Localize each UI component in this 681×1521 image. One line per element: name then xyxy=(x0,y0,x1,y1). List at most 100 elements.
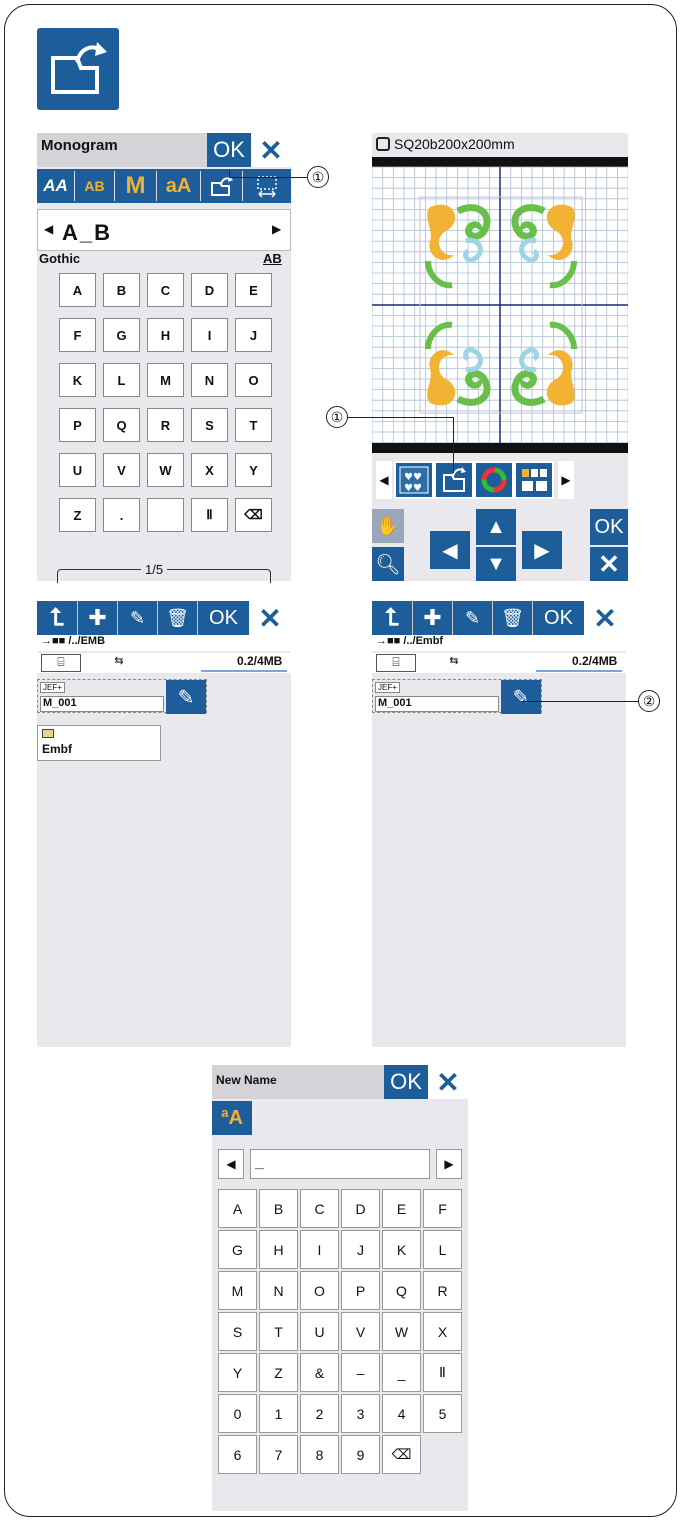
case-toggle-button[interactable]: ªA xyxy=(212,1101,252,1135)
key[interactable]: M xyxy=(147,363,184,397)
key[interactable]: W xyxy=(382,1312,421,1351)
key[interactable]: K xyxy=(382,1230,421,1269)
key[interactable]: 6 xyxy=(218,1435,257,1474)
text-input[interactable]: ◀ A_B ▶ xyxy=(37,209,291,251)
ok-button[interactable]: OK xyxy=(590,509,628,545)
edit-file-button[interactable]: ✎ xyxy=(166,680,206,714)
color-button[interactable] xyxy=(474,461,514,499)
key[interactable]: – xyxy=(341,1353,380,1392)
key[interactable]: N xyxy=(259,1271,298,1310)
key[interactable]: . xyxy=(103,498,140,532)
case-toggle-button[interactable]: aA xyxy=(157,171,201,201)
key[interactable]: M xyxy=(218,1271,257,1310)
move-down-button[interactable]: ▼ xyxy=(476,547,516,581)
key[interactable]: 3 xyxy=(341,1394,380,1433)
edit-file-button[interactable]: ✎ xyxy=(501,680,541,714)
cancel-button[interactable]: ✕ xyxy=(251,133,291,167)
key[interactable]: X xyxy=(191,453,228,487)
key[interactable]: S xyxy=(218,1312,257,1351)
key[interactable]: & xyxy=(300,1353,339,1392)
key[interactable]: O xyxy=(235,363,272,397)
font-select-button[interactable]: AA xyxy=(37,171,75,201)
cursor-left-icon[interactable]: ◀ xyxy=(44,222,53,236)
key[interactable]: V xyxy=(341,1312,380,1351)
key[interactable]: A xyxy=(218,1189,257,1228)
key[interactable]: Q xyxy=(103,408,140,442)
key[interactable]: 8 xyxy=(300,1435,339,1474)
key[interactable]: H xyxy=(259,1230,298,1269)
cancel-button[interactable]: ✕ xyxy=(428,1065,468,1099)
toolbar-left-arrow[interactable]: ◀ xyxy=(376,461,392,499)
key[interactable]: D xyxy=(341,1189,380,1228)
back-button[interactable]: ⮤ xyxy=(37,601,77,635)
key[interactable]: 4 xyxy=(382,1394,421,1433)
key[interactable]: T xyxy=(235,408,272,442)
select-pattern-button[interactable]: ♥♥ ♥♥ xyxy=(394,461,434,499)
key[interactable]: 2 xyxy=(300,1394,339,1433)
double-space-key[interactable]: Ⅱ xyxy=(191,498,228,532)
key[interactable]: 0 xyxy=(218,1394,257,1433)
key[interactable]: A xyxy=(59,273,96,307)
key[interactable]: R xyxy=(423,1271,462,1310)
rename-button[interactable]: ✎ xyxy=(452,601,492,635)
rename-button[interactable]: ✎ xyxy=(117,601,157,635)
key[interactable]: E xyxy=(235,273,272,307)
folder-item[interactable]: Embf xyxy=(37,725,161,761)
key[interactable]: E xyxy=(382,1189,421,1228)
delete-button[interactable]: 🗑︎ xyxy=(492,601,532,635)
text-layout-button[interactable]: AB xyxy=(75,171,115,201)
key[interactable]: Y xyxy=(235,453,272,487)
key[interactable]: K xyxy=(59,363,96,397)
key[interactable]: Z xyxy=(59,498,96,532)
new-folder-button[interactable]: ✚ xyxy=(77,601,117,635)
key[interactable]: 7 xyxy=(259,1435,298,1474)
layout-button[interactable] xyxy=(514,461,554,499)
key[interactable]: I xyxy=(300,1230,339,1269)
key[interactable]: N xyxy=(191,363,228,397)
backspace-key[interactable]: ⌫ xyxy=(235,498,272,532)
move-right-button[interactable]: ▶ xyxy=(522,531,562,569)
key[interactable]: P xyxy=(341,1271,380,1310)
key[interactable]: W xyxy=(147,453,184,487)
spacing-button[interactable] xyxy=(243,171,291,201)
usb-button[interactable]: ⇆ xyxy=(99,654,139,672)
key[interactable]: 9 xyxy=(341,1435,380,1474)
new-folder-button[interactable]: ✚ xyxy=(412,601,452,635)
cursor-right-button[interactable]: ▶ xyxy=(436,1149,462,1179)
key[interactable]: T xyxy=(259,1312,298,1351)
key[interactable]: O xyxy=(300,1271,339,1310)
cancel-button[interactable]: ✕ xyxy=(249,601,291,635)
usb-button[interactable]: ⇆ xyxy=(434,654,474,672)
text-input[interactable]: ◀ _ ▶ xyxy=(212,1145,468,1181)
backspace-key[interactable]: ⌫ xyxy=(382,1435,421,1474)
key[interactable]: Y xyxy=(218,1353,257,1392)
key[interactable]: X xyxy=(423,1312,462,1351)
key[interactable]: S xyxy=(191,408,228,442)
name-field[interactable]: _ xyxy=(250,1149,430,1179)
cancel-button[interactable]: ✕ xyxy=(590,547,628,581)
key[interactable]: G xyxy=(103,318,140,352)
ok-button[interactable]: OK xyxy=(532,601,584,635)
cursor-right-icon[interactable]: ▶ xyxy=(272,222,281,236)
key[interactable]: F xyxy=(59,318,96,352)
key[interactable]: H xyxy=(147,318,184,352)
hoop-canvas[interactable] xyxy=(371,157,629,453)
key[interactable]: _ xyxy=(382,1353,421,1392)
hand-button[interactable]: ✋ xyxy=(372,509,404,543)
ok-button[interactable]: OK xyxy=(197,601,249,635)
key[interactable]: F xyxy=(423,1189,462,1228)
key[interactable]: Q xyxy=(382,1271,421,1310)
machine-memory-button[interactable]: ⌸ xyxy=(376,654,416,672)
key[interactable]: P xyxy=(59,408,96,442)
file-item[interactable]: JEF+ M_001 ✎ xyxy=(372,679,542,714)
key[interactable]: V xyxy=(103,453,140,487)
key[interactable]: L xyxy=(103,363,140,397)
key[interactable]: B xyxy=(103,273,140,307)
key[interactable]: 1 xyxy=(259,1394,298,1433)
size-button[interactable]: M xyxy=(115,171,157,201)
move-left-button[interactable]: ◀ xyxy=(430,531,470,569)
key[interactable]: J xyxy=(235,318,272,352)
key[interactable]: L xyxy=(423,1230,462,1269)
machine-memory-button[interactable]: ⌸ xyxy=(41,654,81,672)
key[interactable]: J xyxy=(341,1230,380,1269)
